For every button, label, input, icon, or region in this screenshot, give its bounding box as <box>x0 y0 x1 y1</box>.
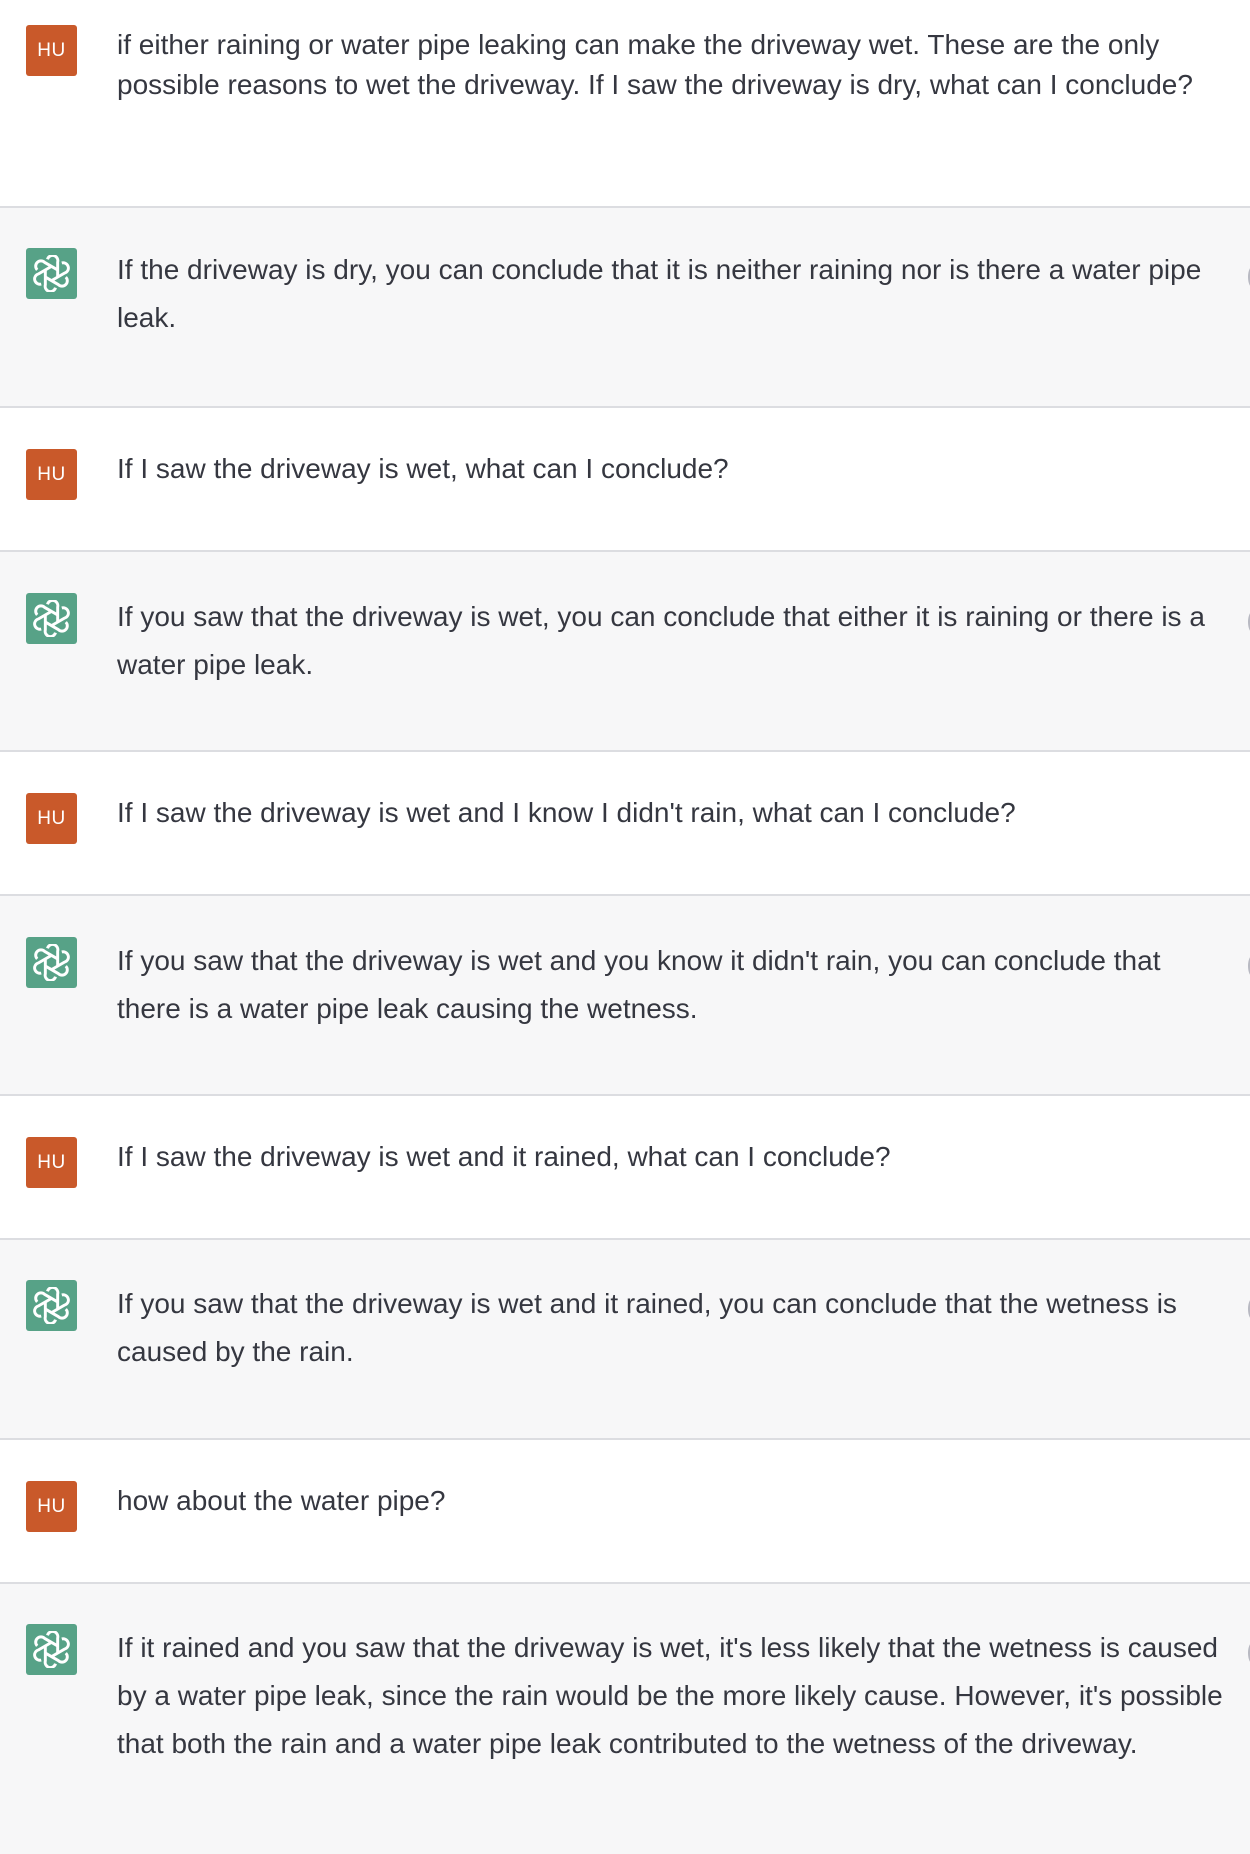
message-text[interactable]: If you saw that the driveway is wet and … <box>117 937 1227 1033</box>
message-text[interactable]: If I saw the driveway is wet and I know … <box>117 793 1227 833</box>
message-text[interactable]: If you saw that the driveway is wet and … <box>117 1280 1227 1376</box>
user-avatar: HU <box>26 1481 77 1532</box>
user-message: HU how about the water pipe? <box>0 1440 1250 1584</box>
openai-logo-icon <box>33 600 70 637</box>
user-message: HU If I saw the driveway is wet and I kn… <box>0 752 1250 896</box>
user-avatar: HU <box>26 449 77 500</box>
user-avatar: HU <box>26 1137 77 1188</box>
assistant-avatar <box>26 248 77 299</box>
user-avatar-label: HU <box>37 807 66 829</box>
assistant-avatar <box>26 1280 77 1331</box>
openai-logo-icon <box>33 1287 70 1324</box>
user-avatar: HU <box>26 793 77 844</box>
message-text[interactable]: If you saw that the driveway is wet, you… <box>117 593 1227 689</box>
openai-logo-icon <box>33 944 70 981</box>
user-message: HU If I saw the driveway is wet, what ca… <box>0 408 1250 552</box>
message-text[interactable]: how about the water pipe? <box>117 1481 1227 1521</box>
assistant-avatar <box>26 937 77 988</box>
assistant-message: If it rained and you saw that the drivew… <box>0 1584 1250 1854</box>
openai-logo-icon <box>33 1631 70 1668</box>
user-message: HU If I saw the driveway is wet and it r… <box>0 1096 1250 1240</box>
message-text[interactable]: if either raining or water pipe leaking … <box>117 25 1227 105</box>
message-text[interactable]: If it rained and you saw that the drivew… <box>117 1624 1227 1768</box>
assistant-avatar <box>26 593 77 644</box>
user-avatar-label: HU <box>37 463 66 485</box>
message-text[interactable]: If the driveway is dry, you can conclude… <box>117 246 1227 342</box>
openai-logo-icon <box>33 255 70 292</box>
message-text[interactable]: If I saw the driveway is wet and it rain… <box>117 1137 1227 1177</box>
assistant-message: If you saw that the driveway is wet and … <box>0 1240 1250 1440</box>
user-avatar-label: HU <box>37 39 66 61</box>
user-avatar-label: HU <box>37 1151 66 1173</box>
user-message: HU if either raining or water pipe leaki… <box>0 0 1250 208</box>
assistant-message: If you saw that the driveway is wet, you… <box>0 552 1250 752</box>
conversation-thread: HU if either raining or water pipe leaki… <box>0 0 1250 1854</box>
assistant-avatar <box>26 1624 77 1675</box>
assistant-message: If the driveway is dry, you can conclude… <box>0 208 1250 408</box>
message-text[interactable]: If I saw the driveway is wet, what can I… <box>117 449 1227 489</box>
assistant-message: If you saw that the driveway is wet and … <box>0 896 1250 1096</box>
user-avatar-label: HU <box>37 1495 66 1517</box>
user-avatar: HU <box>26 25 77 76</box>
